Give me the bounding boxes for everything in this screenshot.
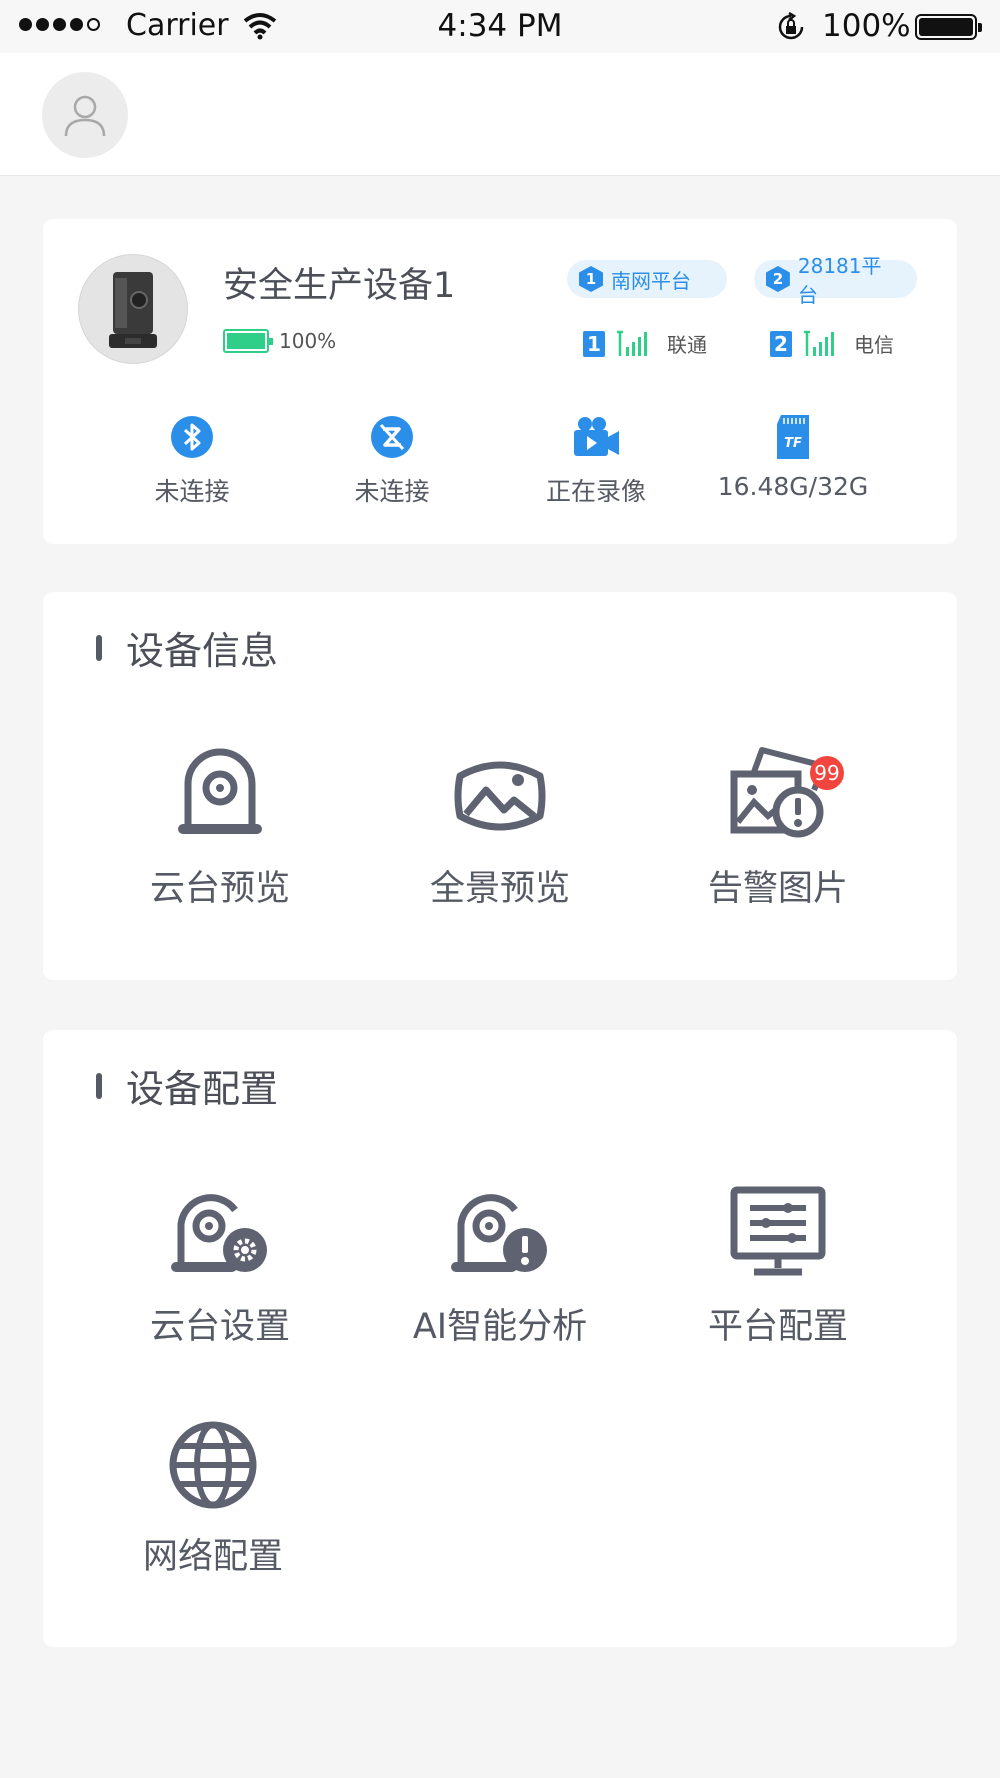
user-avatar-button[interactable] [42, 72, 128, 158]
recording-status[interactable]: 正在录像 [511, 414, 681, 508]
device-name: 安全生产设备1 [223, 266, 456, 306]
status-bar: Carrier 4:34 PM 100% [0, 0, 1000, 53]
signal-strength-icon [804, 330, 834, 356]
platform-config-button[interactable]: 平台配置 [663, 1180, 893, 1349]
alarm-pictures-button[interactable]: 99 告警图片 [663, 742, 893, 911]
section-marker [96, 1072, 102, 1099]
ptz-settings-icon [171, 1194, 267, 1272]
tile-label: AI智能分析 [412, 1307, 588, 1347]
ptz-settings-button[interactable]: 云台设置 [105, 1180, 335, 1349]
ai-analysis-icon [451, 1194, 547, 1272]
globe-icon [169, 1421, 257, 1509]
tile-label: 网络配置 [142, 1537, 283, 1577]
section-title-text: 设备配置 [126, 1067, 279, 1111]
platform-label: 南网平台 [611, 268, 691, 293]
link-status[interactable]: 未连接 [307, 414, 477, 508]
ptz-camera-icon [109, 272, 157, 348]
section-marker [96, 634, 102, 661]
battery-percentage: 100% [822, 8, 911, 44]
video-camera-icon [574, 417, 619, 456]
battery-icon [915, 14, 982, 40]
section-title: 设备配置 [96, 1058, 278, 1113]
device-config-card: 设备配置 云台设置 AI智能分析 平台配置 网络配置 [43, 1030, 957, 1647]
user-icon [64, 95, 106, 137]
bluetooth-icon [171, 416, 213, 458]
tile-label: 告警图片 [707, 869, 848, 909]
sim-carrier: 联通 [667, 333, 707, 357]
svg-text:TF: TF [784, 436, 802, 451]
tile-label: 全景预览 [429, 869, 570, 909]
platform-badge-2: 2 28181平台 [754, 254, 917, 307]
device-summary-card[interactable]: 安全生产设备1 100% 1 南网平台 2 28181平台 1 联通 2 电信 [43, 219, 957, 544]
device-avatar [78, 254, 188, 364]
platform-badge-1: 1 南网平台 [567, 260, 727, 298]
section-title-text: 设备信息 [126, 629, 279, 673]
ptz-camera-icon [178, 748, 262, 834]
platform-number: 2 [766, 266, 790, 292]
storage-status[interactable]: TF 16.48G/32G [708, 414, 878, 501]
sim-number: 1 [583, 330, 605, 357]
recording-status-label: 正在录像 [545, 477, 646, 506]
battery-level: 100% [279, 329, 337, 353]
device-info-card: 设备信息 云台预览 全景预览 99 告警图片 [43, 592, 957, 980]
sim-number: 2 [770, 330, 792, 357]
platform-number: 1 [579, 266, 603, 292]
panorama-icon [454, 761, 546, 831]
network-config-button[interactable]: 网络配置 [98, 1410, 328, 1579]
sim-carrier: 电信 [854, 333, 894, 357]
rotation-lock-icon [778, 12, 804, 40]
link-status-label: 未连接 [354, 477, 430, 506]
battery-icon [223, 329, 273, 353]
storage-usage-label: 16.48G/32G [717, 472, 869, 501]
tf-card-icon: TF [777, 415, 809, 459]
tile-label: 云台设置 [149, 1307, 290, 1347]
bluetooth-status-label: 未连接 [154, 477, 230, 506]
tile-label: 云台预览 [149, 869, 290, 909]
bluetooth-status[interactable]: 未连接 [107, 414, 277, 508]
platform-label: 28181平台 [797, 254, 882, 307]
alarm-count-badge: 99 [810, 756, 844, 790]
tile-label: 平台配置 [707, 1307, 848, 1347]
sim-1-status: 1 联通 [583, 329, 707, 358]
section-title: 设备信息 [96, 620, 278, 675]
sim-2-status: 2 电信 [770, 329, 894, 358]
platform-config-icon [730, 1186, 826, 1276]
link-off-icon [371, 416, 413, 458]
panorama-preview-button[interactable]: 全景预览 [385, 742, 615, 911]
alarm-picture-icon [730, 747, 827, 838]
device-battery: 100% [223, 329, 336, 353]
ai-analysis-button[interactable]: AI智能分析 [385, 1180, 615, 1349]
top-header [0, 53, 1000, 176]
ptz-preview-button[interactable]: 云台预览 [105, 742, 335, 911]
signal-strength-icon [617, 330, 647, 356]
